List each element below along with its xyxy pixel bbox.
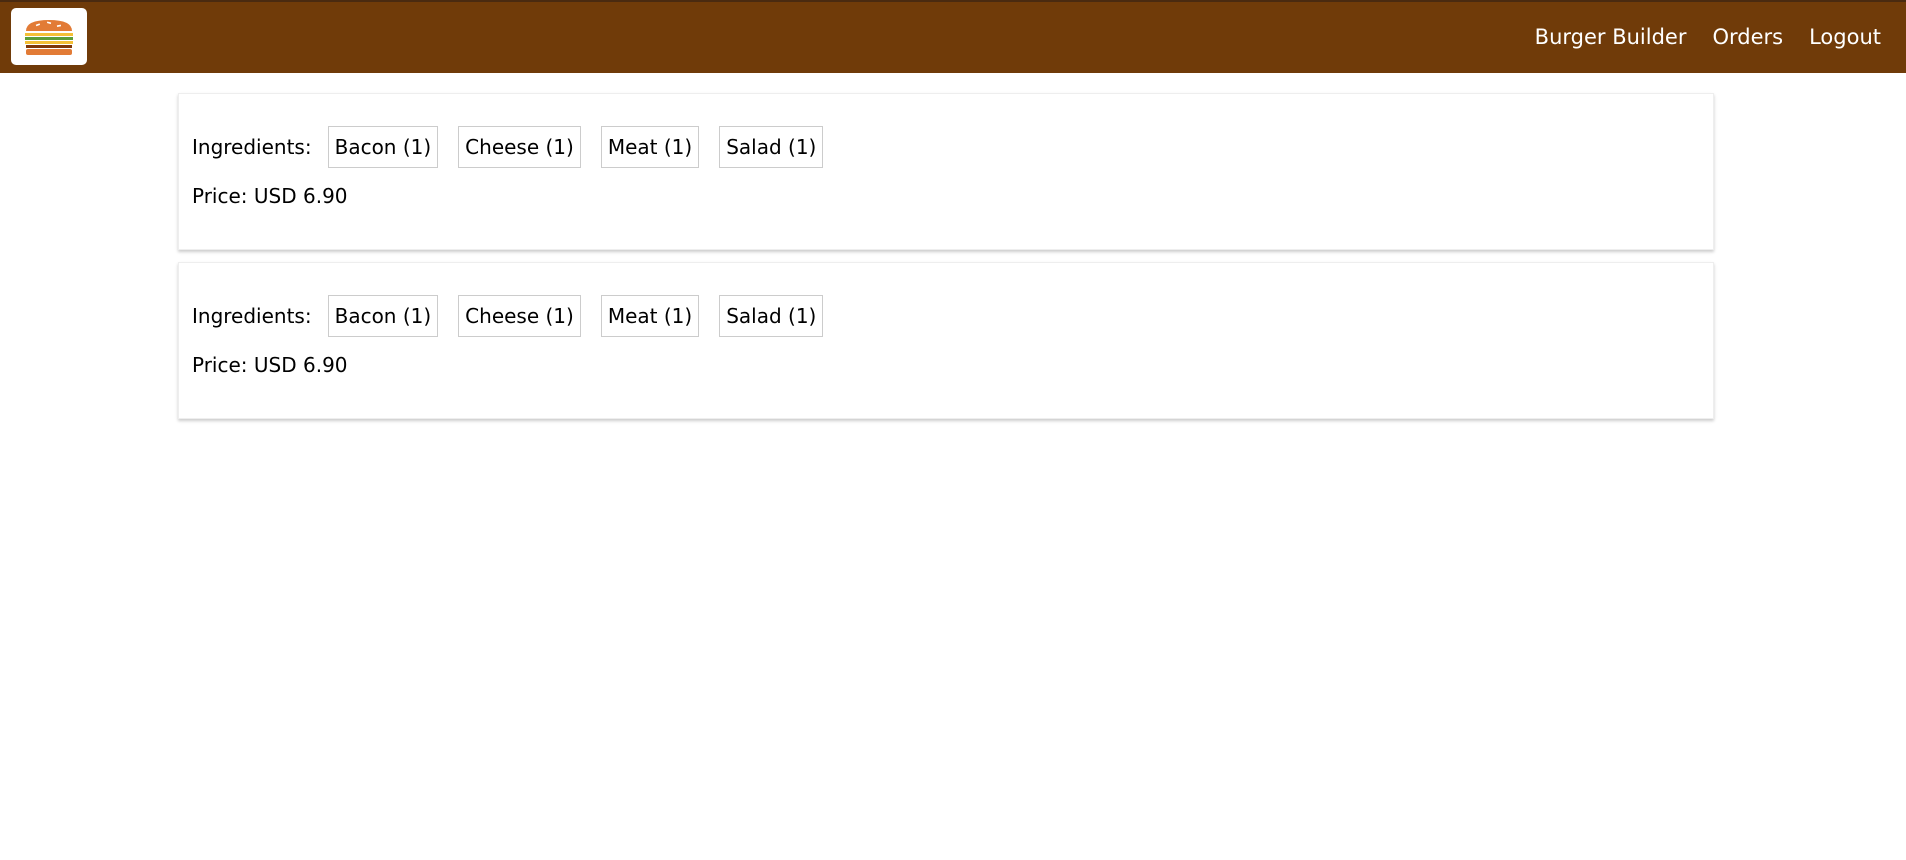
price-currency: USD bbox=[253, 353, 297, 377]
price-currency: USD bbox=[253, 184, 297, 208]
nav-orders[interactable]: Orders bbox=[1699, 1, 1796, 74]
logo[interactable] bbox=[11, 8, 87, 65]
order-price: Price: USD 6.90 bbox=[192, 353, 1700, 377]
price-label: Price: bbox=[192, 353, 248, 377]
burger-icon bbox=[25, 19, 73, 55]
ingredients-label: Ingredients: bbox=[192, 135, 312, 159]
order-card: Ingredients: Bacon (1) Cheese (1) Meat (… bbox=[178, 93, 1714, 250]
toolbar: Burger Builder Orders Logout bbox=[0, 0, 1906, 73]
ingredient-chip: Salad (1) bbox=[719, 295, 824, 337]
price-value: 6.90 bbox=[302, 353, 348, 377]
order-price: Price: USD 6.90 bbox=[192, 184, 1700, 208]
orders-list: Ingredients: Bacon (1) Cheese (1) Meat (… bbox=[178, 93, 1714, 431]
ingredients-row: Ingredients: Bacon (1) Cheese (1) Meat (… bbox=[192, 295, 1700, 337]
price-value: 6.90 bbox=[302, 184, 348, 208]
main-nav: Burger Builder Orders Logout bbox=[1522, 2, 1894, 73]
ingredient-chip: Salad (1) bbox=[719, 126, 824, 168]
nav-logout[interactable]: Logout bbox=[1796, 1, 1894, 74]
price-label: Price: bbox=[192, 184, 248, 208]
ingredient-chip: Meat (1) bbox=[600, 126, 700, 168]
ingredient-chip: Meat (1) bbox=[600, 295, 700, 337]
nav-burger-builder[interactable]: Burger Builder bbox=[1522, 1, 1700, 74]
ingredient-chip: Cheese (1) bbox=[458, 126, 581, 168]
ingredient-chip: Bacon (1) bbox=[327, 295, 439, 337]
ingredient-chip: Cheese (1) bbox=[458, 295, 581, 337]
ingredients-row: Ingredients: Bacon (1) Cheese (1) Meat (… bbox=[192, 126, 1700, 168]
ingredient-chip: Bacon (1) bbox=[327, 126, 439, 168]
ingredients-label: Ingredients: bbox=[192, 304, 312, 328]
order-card: Ingredients: Bacon (1) Cheese (1) Meat (… bbox=[178, 262, 1714, 419]
